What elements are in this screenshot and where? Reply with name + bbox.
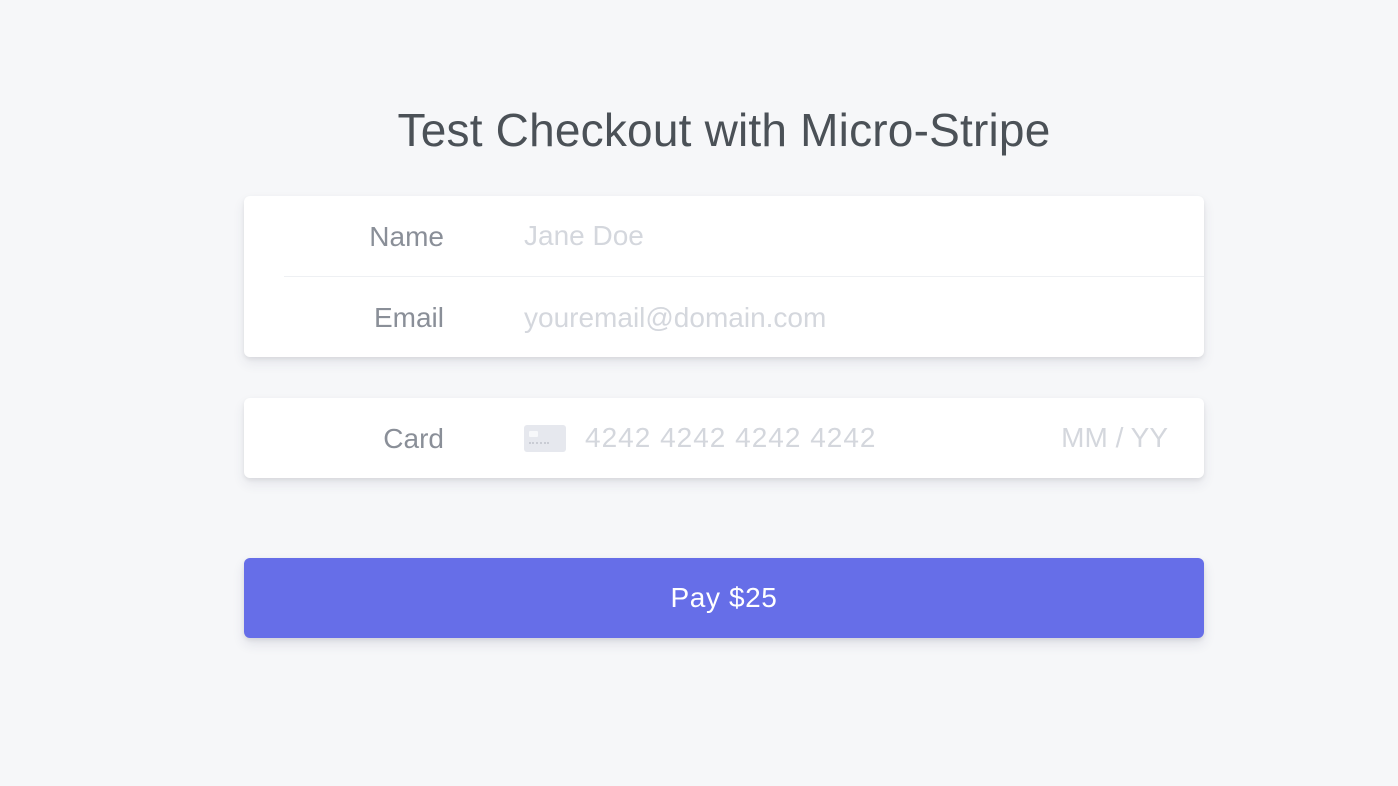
card-digits bbox=[529, 442, 549, 446]
email-row: Email bbox=[244, 276, 1204, 356]
name-label: Name bbox=[369, 221, 444, 252]
name-row: Name bbox=[244, 196, 1204, 277]
pay-button[interactable]: Pay $25 bbox=[244, 558, 1204, 638]
card-label: Card bbox=[383, 423, 444, 454]
credit-card-icon bbox=[524, 425, 566, 452]
name-input[interactable] bbox=[524, 214, 1164, 258]
page-title: Test Checkout with Micro-Stripe bbox=[397, 104, 1051, 156]
customer-details-card: Name Email bbox=[244, 196, 1204, 357]
card-chip bbox=[529, 431, 538, 437]
card-number-input[interactable] bbox=[585, 416, 1005, 460]
card-details-card: Card bbox=[244, 398, 1204, 478]
card-expiry-input[interactable] bbox=[1018, 416, 1168, 460]
email-label: Email bbox=[373, 302, 444, 333]
email-input[interactable] bbox=[524, 296, 1164, 340]
card-row: Card bbox=[244, 398, 1204, 478]
